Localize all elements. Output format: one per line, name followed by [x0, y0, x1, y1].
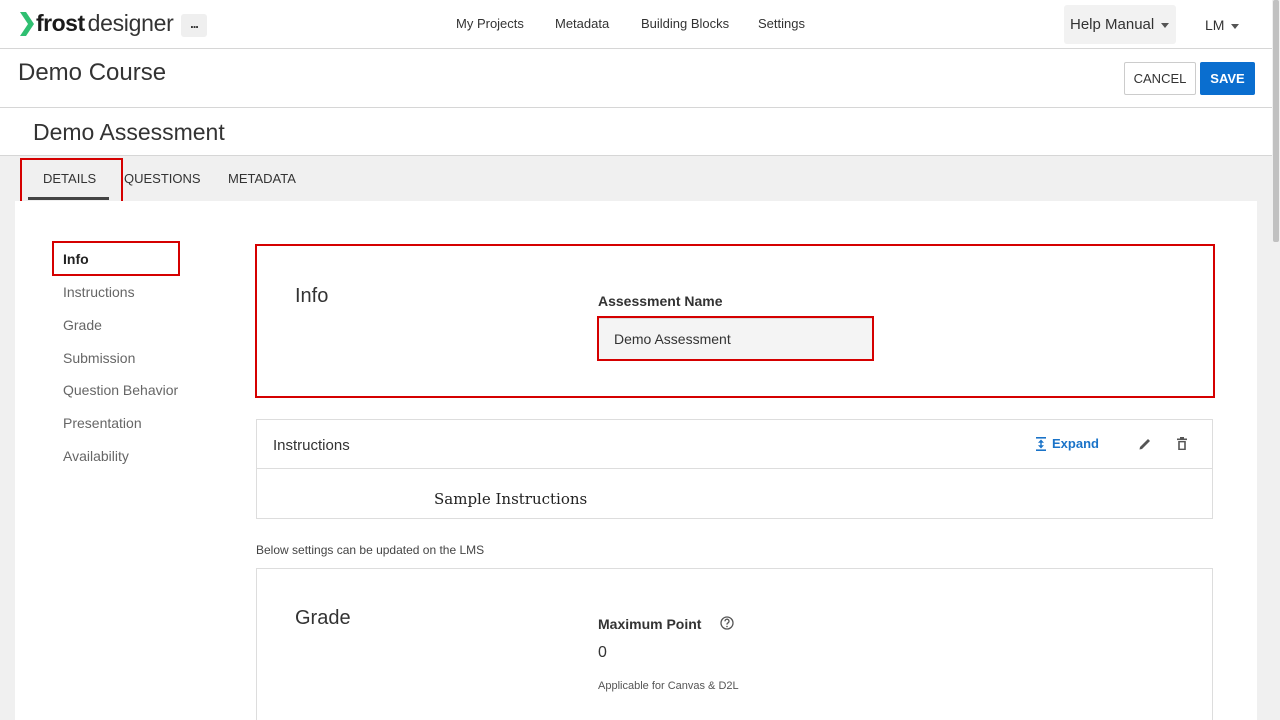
course-header: Demo Course CANCEL SAVE [0, 49, 1272, 108]
grade-heading: Grade [295, 607, 351, 629]
highlight-box-info-card [255, 244, 1215, 398]
top-navbar: frost designer ... My Projects Metadata … [0, 0, 1272, 49]
trash-icon [1177, 437, 1187, 450]
nav-building-blocks[interactable]: Building Blocks [641, 16, 729, 31]
nav-my-projects[interactable]: My Projects [456, 16, 524, 31]
sidebar-item-submission[interactable]: Submission [63, 350, 135, 366]
instructions-card-header: Instructions Expand [257, 420, 1212, 469]
tab-metadata[interactable]: METADATA [228, 171, 296, 186]
lms-note: Below settings can be updated on the LMS [256, 543, 485, 557]
grade-card: Grade Maximum Point 0 Applicable for Can… [256, 568, 1213, 720]
assessment-body: DETAILS QUESTIONS METADATA Info Instruct… [0, 156, 1272, 720]
edit-button[interactable] [1136, 435, 1154, 453]
canvas-d2l-note: Applicable for Canvas & D2L [598, 680, 739, 692]
caret-down-icon [1161, 23, 1170, 28]
maximum-point-value: 0 [598, 644, 607, 661]
expand-icon [1036, 436, 1046, 451]
expand-label: Expand [1052, 436, 1099, 451]
page-scrollbar[interactable] [1272, 0, 1280, 720]
nav-settings[interactable]: Settings [758, 16, 805, 31]
nav-metadata[interactable]: Metadata [555, 16, 609, 31]
maximum-point-label: Maximum Point [598, 616, 702, 632]
assessment-header: Demo Assessment [0, 108, 1272, 156]
expand-button[interactable]: Expand [1035, 436, 1099, 451]
course-title: Demo Course [18, 59, 167, 86]
brand-bold: frost [36, 10, 85, 36]
scrollbar-thumb[interactable] [1273, 0, 1279, 242]
caret-down-icon [1231, 23, 1240, 29]
instructions-title: Instructions [273, 437, 350, 454]
details-panel: Info Instructions Grade Submission Quest… [15, 201, 1257, 720]
sidebar-item-presentation[interactable]: Presentation [63, 415, 142, 431]
user-initials: LM [1205, 17, 1225, 33]
sidebar-item-question-behavior[interactable]: Question Behavior [63, 382, 178, 398]
brand-light: designer [87, 10, 174, 36]
logo-chevron-icon [20, 11, 34, 36]
sidebar-item-availability[interactable]: Availability [63, 448, 129, 464]
tab-questions[interactable]: QUESTIONS [124, 171, 201, 186]
sidebar-item-grade[interactable]: Grade [63, 317, 102, 333]
help-circle-icon[interactable] [720, 616, 734, 630]
instructions-card: Instructions Expand Sample Instructions [256, 419, 1213, 519]
cancel-button[interactable]: CANCEL [1124, 62, 1196, 95]
help-manual-dropdown[interactable]: Help Manual [1064, 5, 1176, 44]
delete-button[interactable] [1173, 435, 1191, 453]
assessment-title: Demo Assessment [33, 119, 225, 145]
frost-designer-logo[interactable]: frost designer [20, 10, 174, 37]
sidebar-item-instructions[interactable]: Instructions [63, 284, 135, 300]
save-button[interactable]: SAVE [1200, 62, 1255, 95]
more-menu-button[interactable]: ... [181, 14, 207, 37]
instructions-body: Sample Instructions [434, 490, 588, 508]
pencil-icon [1139, 439, 1150, 450]
highlight-box-info-item [52, 241, 180, 276]
help-manual-label: Help Manual [1070, 16, 1155, 33]
user-menu[interactable]: LM [1205, 17, 1240, 33]
